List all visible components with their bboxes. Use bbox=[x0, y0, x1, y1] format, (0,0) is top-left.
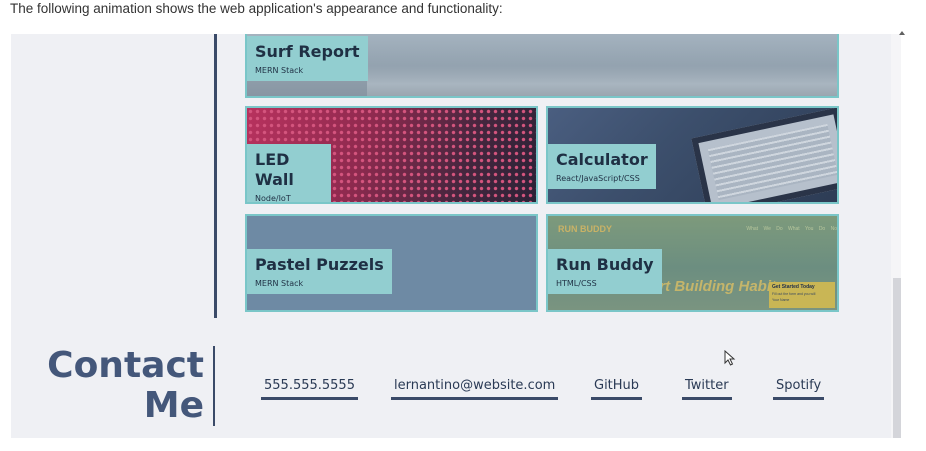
contact-email-link[interactable]: lernantino@website.com bbox=[391, 378, 559, 400]
preview-cta: Get Started Today Fill out the form and … bbox=[769, 282, 835, 308]
contact-spotify-link[interactable]: Spotify bbox=[773, 378, 825, 400]
contact-heading-line1: Contact bbox=[47, 345, 204, 386]
project-tech: HTML/CSS bbox=[556, 279, 597, 288]
laptop-screen bbox=[691, 108, 837, 202]
project-label: Surf Report MERN Stack bbox=[247, 36, 368, 81]
contact-github-link[interactable]: GitHub bbox=[591, 378, 643, 400]
portfolio-divider bbox=[214, 34, 217, 318]
preview-hero: tart Building Habits bbox=[646, 278, 785, 295]
project-label: LED Wall Node/IoT bbox=[247, 144, 331, 203]
project-tech: Node/IoT bbox=[255, 194, 291, 203]
contact-twitter-link[interactable]: Twitter bbox=[682, 378, 732, 400]
project-label: Calculator React/JavaScript/CSS bbox=[548, 144, 656, 189]
contact-divider bbox=[213, 346, 215, 426]
project-label: Run Buddy HTML/CSS bbox=[548, 249, 662, 294]
scrollbar-thumb[interactable] bbox=[893, 278, 901, 438]
contact-phone-link[interactable]: 555.555.5555 bbox=[261, 378, 358, 400]
preview-cta-sub: Fill out the form and you will bbox=[772, 292, 816, 296]
preview-cta-title: Get Started Today bbox=[772, 284, 815, 290]
app-preview: Surf Report MERN Stack LED Wall Node/IoT… bbox=[11, 34, 901, 438]
intro-text: The following animation shows the web ap… bbox=[10, 1, 503, 16]
project-tech: MERN Stack bbox=[255, 66, 304, 75]
preview-cta-field: Your Name bbox=[772, 298, 790, 302]
project-card-run-buddy[interactable]: RUN BUDDY What We Do What You Do No tart… bbox=[546, 214, 839, 312]
project-name: Surf Report bbox=[255, 42, 360, 61]
project-card-pastel-puzzels[interactable]: Pastel Puzzels MERN Stack bbox=[245, 214, 538, 312]
project-name: LED Wall bbox=[255, 150, 294, 189]
pointer-cursor-icon bbox=[724, 350, 736, 366]
background-ghost-text bbox=[119, 96, 129, 131]
preview-nav: What We Do What You Do No bbox=[746, 226, 837, 232]
project-tech: React/JavaScript/CSS bbox=[556, 174, 640, 183]
project-name: Run Buddy bbox=[556, 255, 654, 274]
scroll-up-arrow-icon[interactable] bbox=[899, 31, 905, 35]
preview-brand: RUN BUDDY bbox=[558, 224, 612, 234]
contact-heading-line2: Me bbox=[143, 385, 204, 426]
project-tech: MERN Stack bbox=[255, 279, 304, 288]
contact-heading: Contact Me bbox=[11, 346, 204, 426]
project-card-calculator[interactable]: Calculator React/JavaScript/CSS bbox=[546, 106, 839, 204]
project-card-surf-report[interactable]: Surf Report MERN Stack bbox=[245, 34, 839, 98]
project-label: Pastel Puzzels MERN Stack bbox=[247, 249, 392, 294]
project-name: Calculator bbox=[556, 150, 648, 169]
project-card-led-wall[interactable]: LED Wall Node/IoT bbox=[245, 106, 538, 204]
project-name: Pastel Puzzels bbox=[255, 255, 384, 274]
